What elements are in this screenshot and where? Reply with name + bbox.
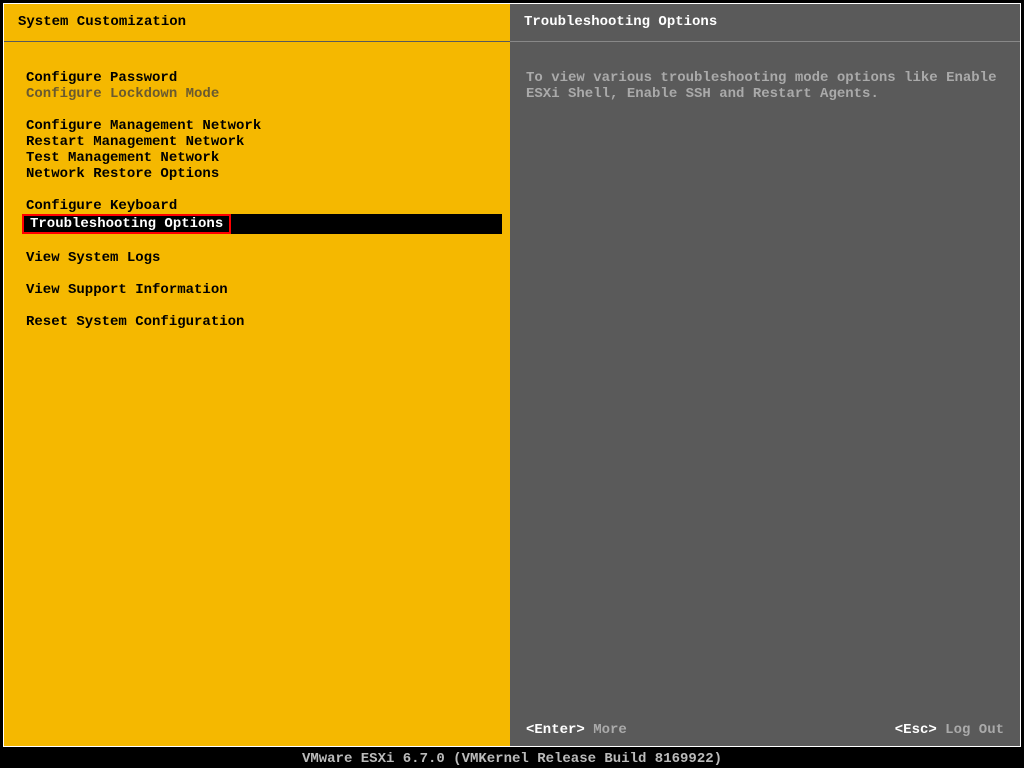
menu-item-reset-system-configuration[interactable]: Reset System Configuration <box>22 314 502 330</box>
keycap-enter: <Enter> <box>526 722 585 738</box>
footer-hints: <Enter> More <Esc> Log Out <box>510 722 1020 738</box>
hint-esc-label: Log Out <box>937 722 1004 738</box>
menu-item-network-restore-options[interactable]: Network Restore Options <box>22 166 502 182</box>
menu-group: Configure Management Network Restart Man… <box>22 118 502 182</box>
left-panel: System Customization Configure Password … <box>4 4 510 746</box>
menu-item-troubleshooting-options[interactable]: Troubleshooting Options <box>24 216 229 232</box>
hint-esc: <Esc> Log Out <box>895 722 1004 738</box>
status-bar: VMware ESXi 6.7.0 (VMKernel Release Buil… <box>0 750 1024 768</box>
dcui-frame: System Customization Configure Password … <box>3 3 1021 747</box>
right-panel-title: Troubleshooting Options <box>510 4 1020 42</box>
menu-item-configure-lockdown-mode: Configure Lockdown Mode <box>22 86 502 102</box>
menu-group: Configure Keyboard Troubleshooting Optio… <box>22 198 502 234</box>
menu-item-selected-row: Troubleshooting Options <box>22 214 502 234</box>
menu-body: Configure Password Configure Lockdown Mo… <box>4 42 510 346</box>
left-panel-title: System Customization <box>4 4 510 42</box>
menu-item-view-system-logs[interactable]: View System Logs <box>22 250 502 266</box>
hint-enter-label: More <box>585 722 627 738</box>
menu-item-test-management-network[interactable]: Test Management Network <box>22 150 502 166</box>
detail-description: To view various troubleshooting mode opt… <box>510 42 1020 102</box>
menu-item-restart-management-network[interactable]: Restart Management Network <box>22 134 502 150</box>
hint-enter: <Enter> More <box>526 722 627 738</box>
menu-item-configure-management-network[interactable]: Configure Management Network <box>22 118 502 134</box>
menu-group: Reset System Configuration <box>22 314 502 330</box>
menu-group: View System Logs <box>22 250 502 266</box>
right-panel: Troubleshooting Options To view various … <box>510 4 1020 746</box>
menu-group: View Support Information <box>22 282 502 298</box>
menu-item-configure-keyboard[interactable]: Configure Keyboard <box>22 198 502 214</box>
selection-highlight-box: Troubleshooting Options <box>22 214 231 234</box>
menu-item-configure-password[interactable]: Configure Password <box>22 70 502 86</box>
menu-group: Configure Password Configure Lockdown Mo… <box>22 70 502 102</box>
menu-item-view-support-information[interactable]: View Support Information <box>22 282 502 298</box>
keycap-esc: <Esc> <box>895 722 937 738</box>
